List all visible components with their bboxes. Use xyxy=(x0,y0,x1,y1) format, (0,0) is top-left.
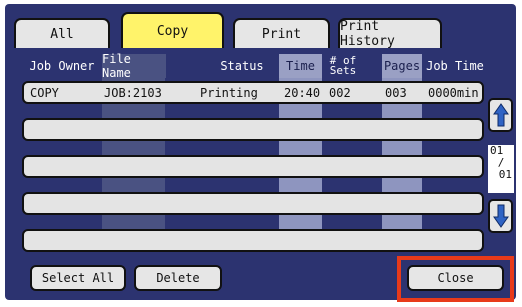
column-header-job-time: Job Time xyxy=(422,54,488,78)
job-status-screen: All Copy Print Print History Job Owner F… xyxy=(0,0,522,307)
select-all-button[interactable]: Select All xyxy=(30,265,126,291)
column-header-pages-label: Pages xyxy=(383,59,421,73)
column-header-sets-line2: Sets xyxy=(329,64,357,77)
column-header-file-name: File Name xyxy=(102,52,166,80)
column-header-time: Time xyxy=(279,54,322,78)
column-header-time-label: Time xyxy=(286,59,315,73)
table-row[interactable] xyxy=(22,118,484,141)
sets-cell: 002 xyxy=(329,85,351,100)
file-name-cell: JOB:2103 xyxy=(104,85,162,100)
column-header-status: Status xyxy=(210,54,274,78)
delete-label: Delete xyxy=(156,271,200,285)
page-up-button[interactable] xyxy=(488,98,513,132)
page-down-button[interactable] xyxy=(488,199,513,233)
tab-print-history-label: Print History xyxy=(340,19,395,49)
column-header-job-time-label: Job Time xyxy=(426,59,484,73)
page-total: 01 xyxy=(498,168,512,181)
tab-copy[interactable]: Copy xyxy=(121,12,224,48)
tab-print-history[interactable]: Print History xyxy=(338,18,442,49)
table-row[interactable] xyxy=(22,192,484,215)
tab-print-label: Print xyxy=(261,26,302,42)
tab-print[interactable]: Print xyxy=(233,18,330,48)
up-arrow-icon xyxy=(492,103,509,127)
close-button-highlight xyxy=(397,256,514,302)
page-indicator: 01 / 01 xyxy=(488,145,514,193)
column-header-status-label: Status xyxy=(220,59,264,73)
tab-copy-label: Copy xyxy=(156,23,189,39)
down-arrow-icon xyxy=(492,204,509,228)
table-row[interactable] xyxy=(22,229,484,252)
column-header-sets: # of Sets xyxy=(324,54,362,78)
status-cell: Printing xyxy=(200,85,258,100)
job-owner-cell: COPY xyxy=(30,85,59,100)
tab-all[interactable]: All xyxy=(14,18,110,48)
column-header-job-owner: Job Owner xyxy=(22,54,102,78)
tab-all-label: All xyxy=(50,26,74,42)
delete-button[interactable]: Delete xyxy=(134,265,222,291)
column-header-pages: Pages xyxy=(382,54,422,78)
table-row[interactable]: COPY JOB:2103 Printing 20:40 002 003 000… xyxy=(22,81,484,104)
column-header-job-owner-label: Job Owner xyxy=(29,59,95,73)
column-header-file-name-label: File Name xyxy=(102,52,131,80)
select-all-label: Select All xyxy=(41,271,115,285)
time-cell: 20:40 xyxy=(284,85,321,100)
job-time-cell: 0000min xyxy=(428,85,479,100)
pages-cell: 003 xyxy=(385,85,407,100)
table-row[interactable] xyxy=(22,155,484,178)
